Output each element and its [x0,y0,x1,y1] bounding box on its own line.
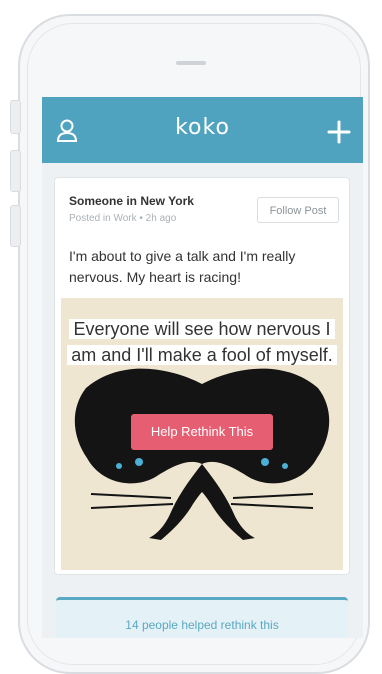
negative-thought-text: Everyone will see how nervous I am and I… [61,316,343,368]
plus-icon[interactable] [327,120,351,144]
helped-count-text: 14 people helped rethink this [125,618,279,632]
post-author: Someone in New York [69,194,194,208]
thought-illustration: Everyone will see how nervous I am and I… [61,298,343,570]
app-screen: koko Someone in New York Posted in Work … [42,97,363,638]
phone-side-button [10,100,21,134]
phone-volume-up-button [10,150,21,192]
post-body: I'm about to give a talk and I'm really … [69,248,296,285]
help-rethink-button[interactable]: Help Rethink This [131,414,273,450]
post-card: Someone in New York Posted in Work • 2h … [54,177,350,575]
post-meta: Posted in Work • 2h ago [69,213,177,224]
helped-summary-card[interactable]: 14 people helped rethink this [56,597,348,638]
phone-volume-down-button [10,205,21,247]
app-logo: koko [175,115,230,140]
top-bar: koko [42,97,363,163]
phone-speaker [176,61,206,65]
follow-post-button[interactable]: Follow Post [257,197,339,223]
